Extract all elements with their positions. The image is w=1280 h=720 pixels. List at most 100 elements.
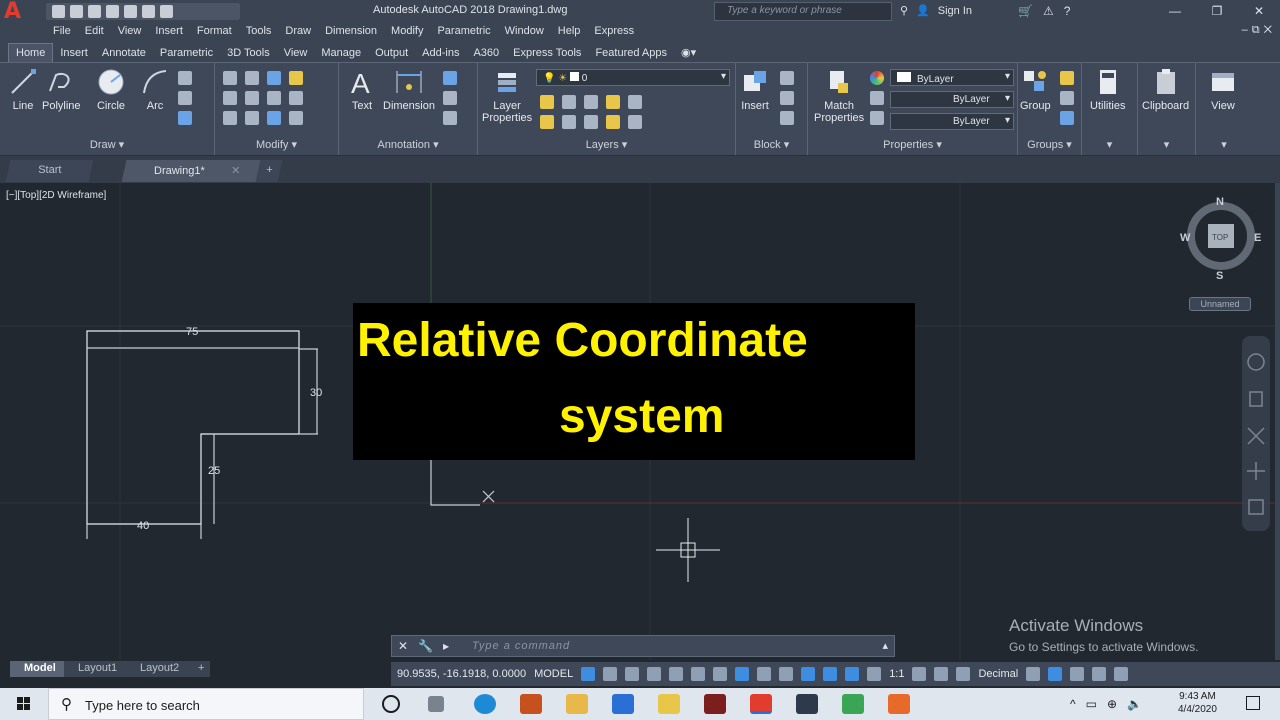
units-dropdown[interactable]: Decimal [978,668,1018,680]
menu-modify[interactable]: Modify [391,23,436,41]
table-insert-icon[interactable] [443,111,457,125]
color-dropdown[interactable]: ByLayer [890,69,1014,86]
isolate-objects-icon[interactable] [1048,667,1063,681]
user-icon[interactable]: 👤 [916,4,930,17]
insert-block-button[interactable]: Insert [740,67,770,112]
menu-edit[interactable]: Edit [85,23,117,41]
battery-icon[interactable]: ▭ [1086,697,1097,711]
compass-north[interactable]: N [1216,196,1224,208]
add-layout-button[interactable]: + [192,661,211,677]
trim-icon[interactable] [267,71,281,85]
match-properties-button[interactable]: Match Properties [814,67,864,124]
save-as-icon[interactable] [106,5,119,18]
groups-panel-title[interactable]: Groups ▾ [1018,138,1081,154]
store-icon[interactable] [520,694,542,714]
clipboard-button[interactable]: Clipboard [1142,67,1189,112]
tab-insert[interactable]: Insert [53,44,95,62]
layer-dropdown[interactable]: 💡 ☀ 0 [536,69,730,86]
drawing-canvas[interactable]: 75 30 25 40 [−][Top][2D Wireframe] Relat… [0,183,1275,660]
tab-annotate[interactable]: Annotate [95,44,153,62]
object-snap-tracking-icon[interactable] [735,667,750,681]
workspace-gear-icon[interactable] [912,667,927,681]
erase-icon[interactable] [289,71,303,85]
layer-tool-icon[interactable] [606,115,620,129]
lineweight-dropdown[interactable]: ByLayer [890,113,1014,130]
ortho-icon[interactable] [669,667,684,681]
cart-icon[interactable]: 🛒 [1018,4,1033,18]
rotate-icon[interactable] [245,71,259,85]
camtasia-icon[interactable] [842,694,864,714]
command-input[interactable]: Type a command [472,640,570,652]
paint-icon[interactable] [658,694,680,714]
compass-east[interactable]: E [1254,232,1261,244]
mirror-icon[interactable] [245,91,259,105]
help-icon[interactable]: ? [1064,4,1071,18]
menu-insert[interactable]: Insert [155,23,196,41]
a360-icon[interactable]: ⚠ [1043,4,1054,18]
edge-icon[interactable] [474,694,496,714]
tab-manage[interactable]: Manage [314,44,368,62]
tab-view[interactable]: View [277,44,315,62]
group-button[interactable]: Group [1020,67,1051,112]
layer-tool-icon[interactable] [562,95,576,109]
close-tab-icon[interactable]: ✕ [231,164,240,177]
tab-home[interactable]: Home [8,43,54,62]
binoculars-icon[interactable]: ⚲ [900,4,908,17]
redo-icon[interactable] [160,5,173,18]
orbit-icon[interactable] [1247,462,1265,480]
modify-panel-title[interactable]: Modify ▾ [215,138,338,154]
new-tab-button[interactable]: + [255,160,283,182]
line-button[interactable]: Line [8,67,38,112]
save-icon[interactable] [88,5,101,18]
layout2-tab[interactable]: Layout2 [126,661,194,677]
menu-tools[interactable]: Tools [246,23,285,41]
recorder-icon[interactable] [888,694,910,714]
taskbar-search[interactable]: ⚲ Type here to search [48,688,364,720]
ucs-menu[interactable]: Unnamed [1189,297,1251,311]
dynamic-input-icon[interactable] [647,667,662,681]
quick-properties-icon[interactable] [1026,667,1041,681]
layer-tool-icon[interactable] [584,95,598,109]
ungroup-icon[interactable] [1060,71,1074,85]
pan-icon[interactable] [1249,391,1263,407]
view-button[interactable]: View [1208,67,1238,112]
coordinate-readout[interactable]: 90.9535, -16.1918, 0.0000 [397,668,526,680]
viewcube-top-label[interactable]: TOP [1212,233,1228,242]
menu-help[interactable]: Help [558,23,594,41]
move-icon[interactable] [223,71,237,85]
annotation-scale-value[interactable]: 1:1 [889,668,904,680]
autocad-logo-icon[interactable]: A [4,1,36,23]
tab-featured-apps[interactable]: Featured Apps [588,44,674,62]
snap-icon[interactable] [603,667,618,681]
polyline-button[interactable]: Polyline [42,67,81,112]
draw-panel-title[interactable]: Draw ▾ [0,138,214,154]
fillet-icon[interactable] [267,91,281,105]
circle-button[interactable]: Circle [96,67,126,112]
array-icon[interactable] [267,111,281,125]
task-view-icon[interactable] [428,696,444,712]
properties-panel-title[interactable]: Properties ▾ [808,138,1017,154]
document-window-controls[interactable]: –⧉✕ [1242,24,1276,37]
menu-express[interactable]: Express [594,23,647,41]
menu-dimension[interactable]: Dimension [325,23,390,41]
offset-icon[interactable] [289,111,303,125]
ribbon-options-icon[interactable]: ◉▾ [674,43,703,62]
edit-block-icon[interactable] [780,91,794,105]
layer-tool-icon[interactable] [628,115,642,129]
command-prompt-icon[interactable]: ▸ [443,639,449,653]
minimize-icon[interactable]: — [1154,0,1196,23]
close-icon[interactable]: ✕ [1238,0,1280,23]
isodraft-icon[interactable] [713,667,728,681]
layer-tool-icon[interactable] [540,95,554,109]
menu-file[interactable]: File [53,23,84,41]
attribute-icon[interactable] [780,111,794,125]
keyword-search-input[interactable]: Type a keyword or phrase [714,2,892,21]
viewport-controls-label[interactable]: [−][Top][2D Wireframe] [6,190,106,201]
model-space-button[interactable]: MODEL [534,668,573,680]
polar-icon[interactable] [691,667,706,681]
close-command-icon[interactable]: ✕ [398,639,408,653]
tab-a360[interactable]: A360 [466,44,506,62]
compass-south[interactable]: S [1216,270,1223,282]
steering-wheel-icon[interactable] [1247,353,1265,371]
group-select-icon[interactable] [1060,111,1074,125]
